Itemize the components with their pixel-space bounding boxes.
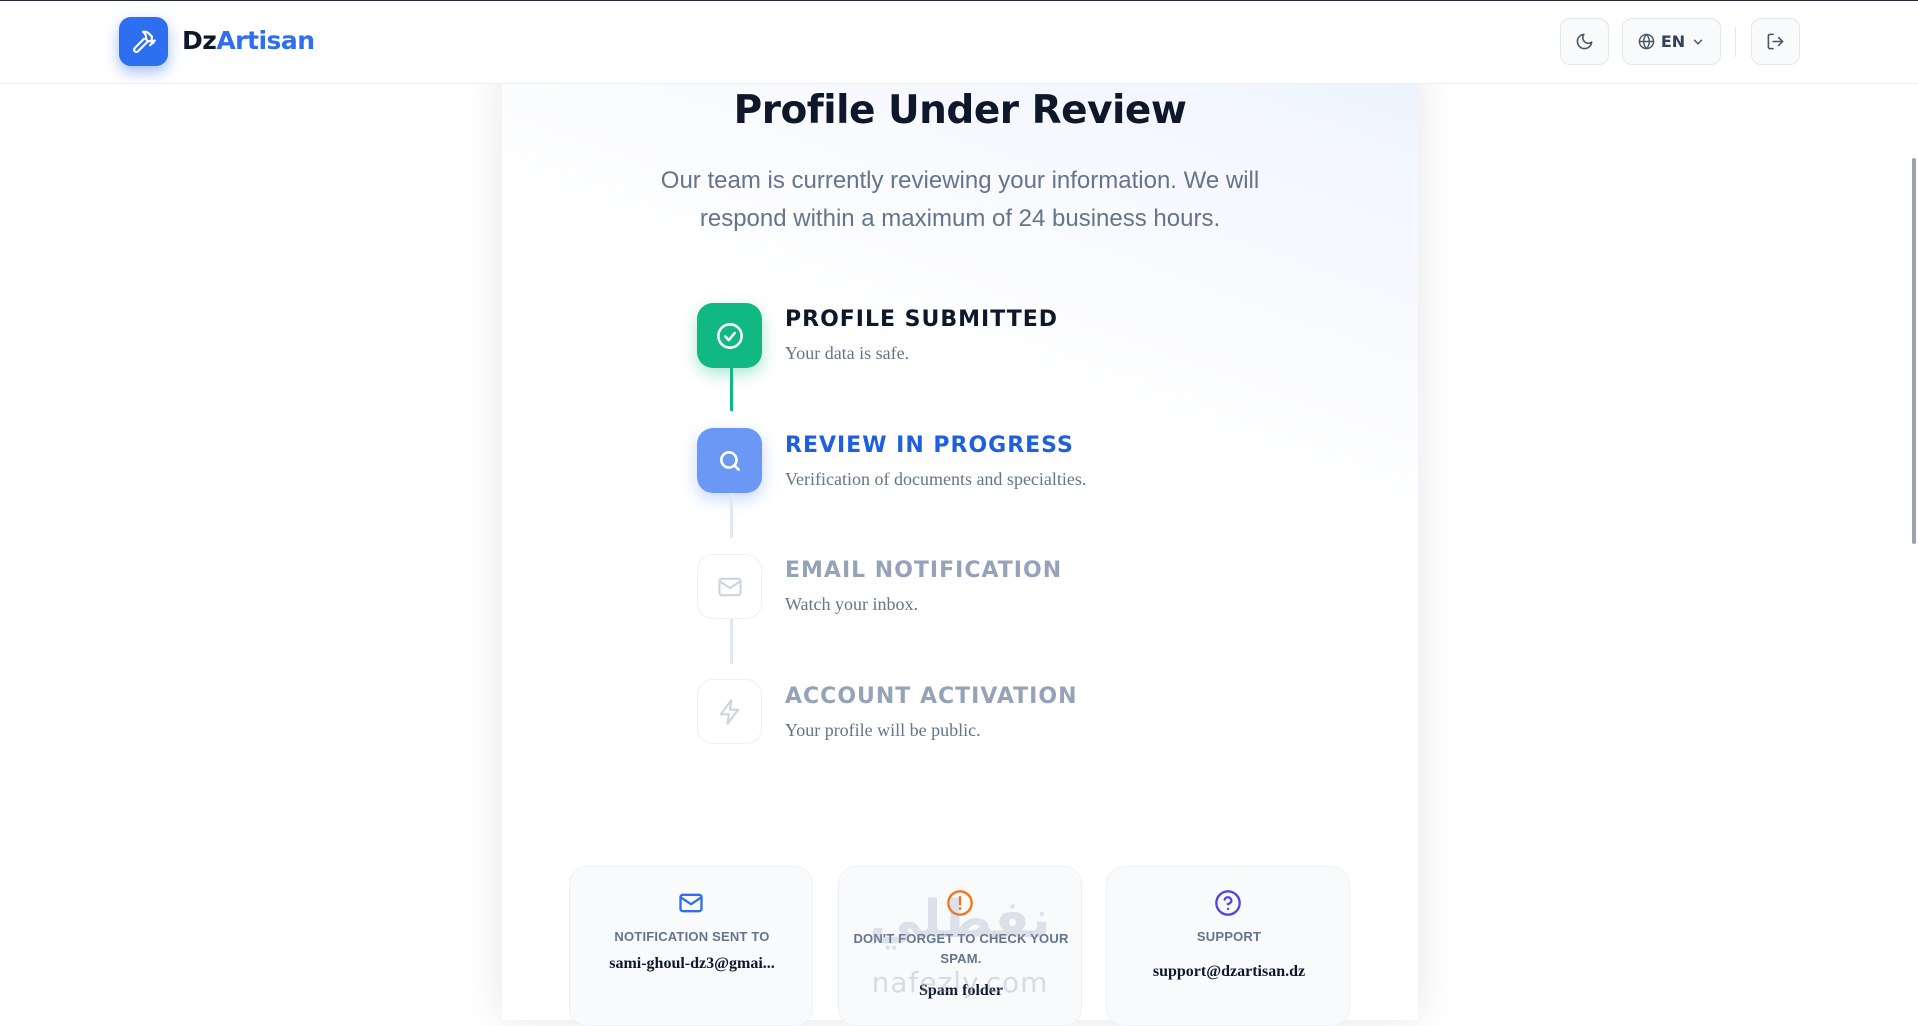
top-navbar: DzArtisan EN bbox=[0, 1, 1918, 84]
step-title: REVIEW IN PROGRESS bbox=[785, 433, 1074, 458]
step-description: Watch your inbox. bbox=[785, 594, 919, 614]
step-description: Verification of documents and specialtie… bbox=[785, 469, 1087, 489]
mail-icon bbox=[679, 893, 703, 913]
header-divider bbox=[1735, 27, 1736, 57]
lightning-icon bbox=[719, 698, 739, 725]
globe-icon bbox=[1638, 33, 1655, 50]
page-title: Profile Under Review bbox=[733, 88, 1187, 133]
logo-badge[interactable] bbox=[119, 17, 168, 66]
watermark-arabic: نفطلي bbox=[869, 890, 1051, 950]
check-circle-icon bbox=[716, 322, 743, 349]
card-icon-wrap bbox=[570, 889, 812, 917]
notification-email-value: sami-ghoul-dz3@gmai... bbox=[609, 955, 775, 972]
watermark-latin: nafezly.com bbox=[871, 966, 1049, 999]
mail-icon bbox=[717, 577, 742, 596]
card-label: SUPPORT bbox=[1196, 929, 1262, 944]
step-title: ACCOUNT ACTIVATION bbox=[785, 684, 1078, 709]
step-title: PROFILE SUBMITTED bbox=[785, 307, 1059, 332]
brand-name[interactable]: DzArtisan bbox=[182, 26, 315, 55]
step-activation-badge bbox=[697, 679, 762, 744]
step-submitted-badge bbox=[697, 303, 762, 368]
step-description: Your data is safe. bbox=[785, 343, 910, 363]
notification-email-card: NOTIFICATION SENT TO sami-ghoul-dz3@gmai… bbox=[569, 866, 813, 1026]
help-circle-icon bbox=[1215, 890, 1241, 916]
step-email-badge bbox=[697, 554, 762, 619]
timeline-connector bbox=[730, 493, 733, 538]
search-icon bbox=[719, 450, 740, 471]
card-icon-wrap bbox=[1107, 889, 1349, 917]
moon-icon bbox=[1576, 33, 1593, 50]
timeline-connector bbox=[730, 368, 733, 411]
page-scrollbar[interactable] bbox=[1912, 158, 1916, 544]
logout-button[interactable] bbox=[1751, 18, 1800, 65]
card-label: NOTIFICATION SENT TO bbox=[614, 929, 770, 944]
support-email-link[interactable]: support@dzartisan.dz bbox=[1117, 963, 1341, 981]
language-selector[interactable]: EN bbox=[1622, 18, 1721, 65]
brand-name-part1: Dz bbox=[182, 26, 217, 55]
page-subtitle: Our team is currently reviewing your inf… bbox=[660, 167, 1260, 232]
step-title: EMAIL NOTIFICATION bbox=[785, 558, 1063, 583]
logout-icon bbox=[1767, 33, 1784, 50]
step-description: Your profile will be public. bbox=[785, 720, 981, 740]
brand-name-part2: Artisan bbox=[216, 26, 315, 55]
step-review-badge bbox=[697, 428, 762, 493]
support-card: SUPPORT support@dzartisan.dz bbox=[1106, 866, 1350, 1026]
language-label: EN bbox=[1660, 32, 1686, 51]
chevron-down-icon bbox=[1693, 39, 1703, 44]
timeline-connector bbox=[730, 619, 733, 664]
hammer-icon bbox=[132, 30, 156, 53]
theme-toggle-button[interactable] bbox=[1560, 18, 1609, 65]
